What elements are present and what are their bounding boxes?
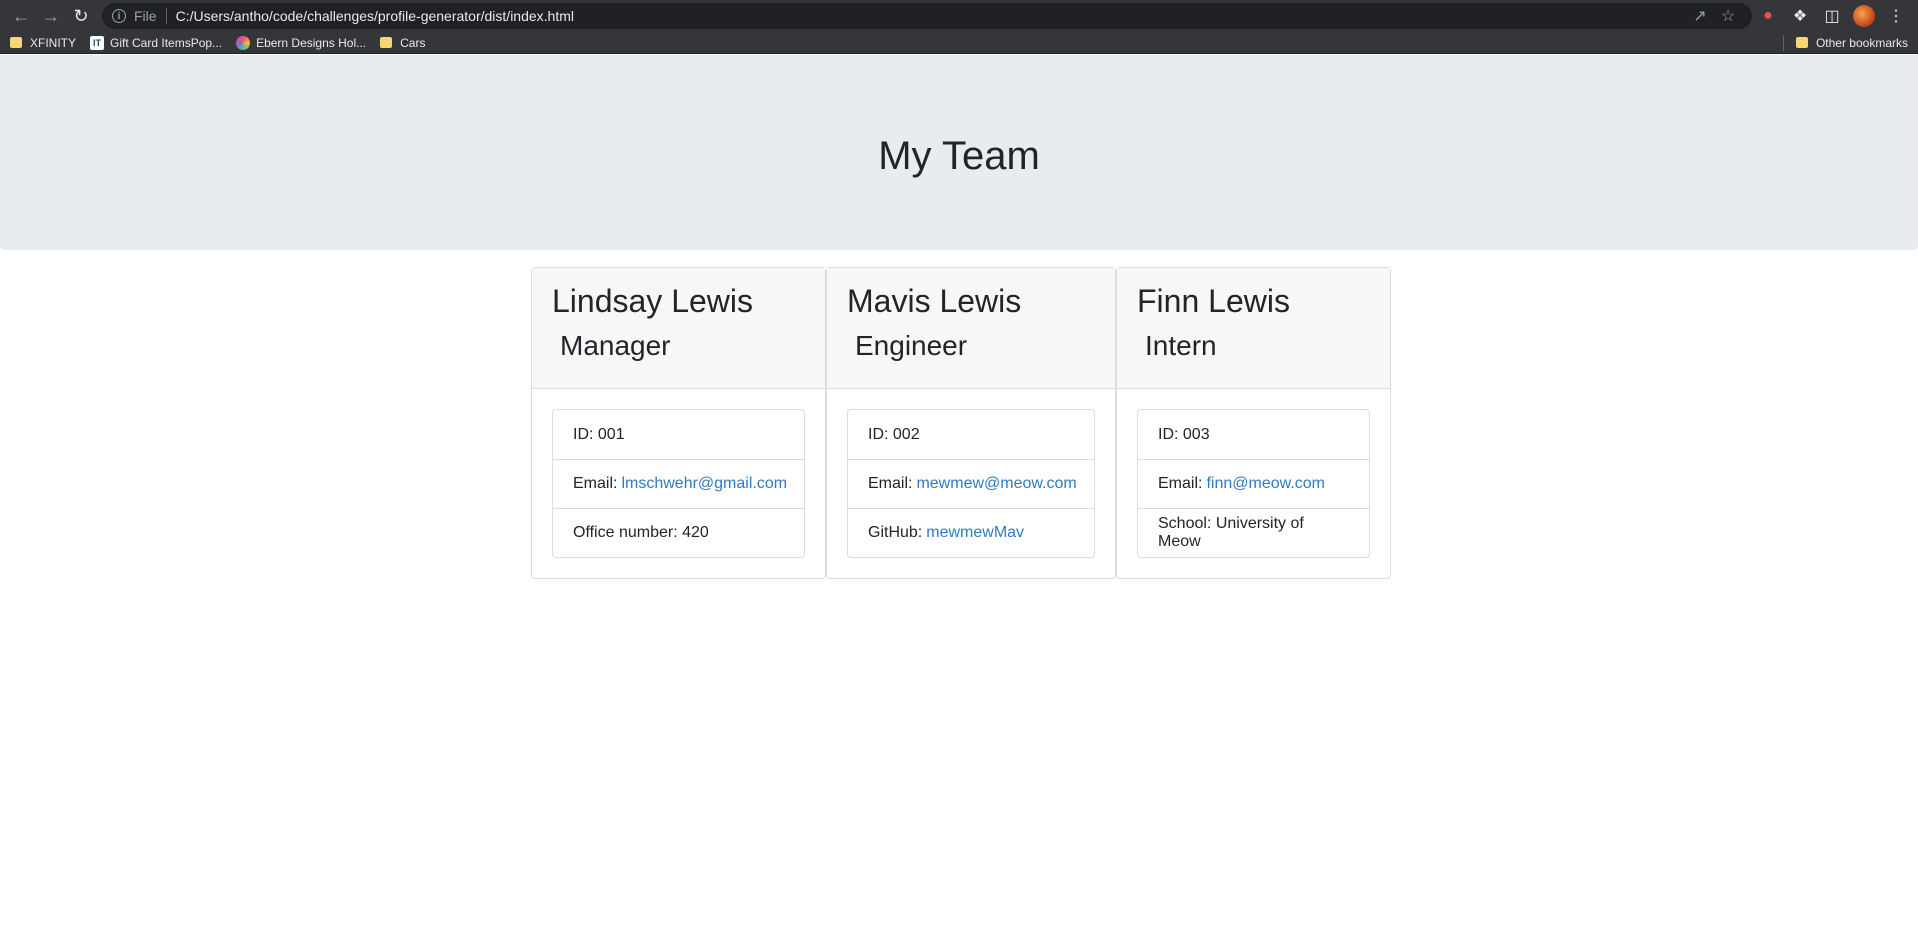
page-title: My Team	[878, 134, 1040, 178]
browser-toolbar: ← → ↻ i File C:/Users/antho/code/challen…	[0, 0, 1918, 32]
info-list: ID: 001 Email: lmschwehr@gmail.com Offic…	[552, 409, 805, 558]
email-label: Email:	[573, 475, 618, 492]
bookmark-label: Gift Card ItemsPop...	[110, 35, 223, 50]
employee-name: Lindsay Lewis	[552, 283, 753, 319]
bookmark-cars[interactable]: Cars	[380, 36, 425, 50]
office-number-item: Office number: 420	[553, 508, 804, 557]
email-item: Email: mewmew@meow.com	[848, 459, 1094, 508]
card-body: ID: 002 Email: mewmew@meow.com GitHub: m…	[827, 389, 1115, 578]
email-label: Email:	[868, 475, 913, 492]
employee-role: Engineer	[855, 330, 968, 361]
employee-role: Manager	[560, 330, 671, 361]
folder-icon	[10, 37, 22, 48]
page-header: My Team	[0, 55, 1918, 250]
forward-icon[interactable]: →	[36, 1, 66, 31]
bookmark-other[interactable]: Other bookmarks	[1795, 35, 1908, 50]
info-list: ID: 003 Email: finn@meow.com School: Uni…	[1137, 409, 1370, 558]
side-panel-icon[interactable]: ◫	[1816, 1, 1848, 31]
ebern-icon	[236, 35, 251, 50]
employee-card-intern: Finn Lewis Intern ID: 003 Email: finn@me…	[1116, 267, 1391, 579]
bookmark-ebern[interactable]: Ebern Designs Hol...	[236, 35, 367, 50]
card-body: ID: 001 Email: lmschwehr@gmail.com Offic…	[532, 389, 825, 578]
star-icon[interactable]: ☆	[1714, 6, 1742, 26]
bookmark-gift-card[interactable]: IT Gift Card ItemsPop...	[90, 35, 223, 50]
bookmark-label: XFINITY	[30, 35, 77, 50]
employee-card-manager: Lindsay Lewis Manager ID: 001 Email: lms…	[531, 267, 826, 579]
github-link[interactable]: mewmewMav	[926, 524, 1024, 542]
bookmark-label: Ebern Designs Hol...	[256, 35, 367, 50]
school-item: School: University of Meow	[1138, 508, 1369, 557]
email-link[interactable]: finn@meow.com	[1206, 475, 1325, 493]
bookmarks-bar: XFINITY IT Gift Card ItemsPop... Ebern D…	[0, 32, 1918, 54]
employee-card-engineer: Mavis Lewis Engineer ID: 002 Email: mewm…	[826, 267, 1116, 579]
info-icon[interactable]: i	[112, 9, 126, 23]
menu-icon[interactable]: ⋮	[1880, 1, 1912, 31]
employee-name: Mavis Lewis	[847, 283, 1022, 319]
back-icon[interactable]: ←	[6, 1, 36, 31]
email-item: Email: lmschwehr@gmail.com	[553, 459, 804, 508]
bookmark-label: Cars	[400, 35, 426, 50]
email-link[interactable]: mewmew@meow.com	[916, 475, 1076, 493]
extension-record-icon[interactable]: ●	[1752, 1, 1784, 31]
email-link[interactable]: lmschwehr@gmail.com	[621, 475, 787, 493]
id-item: ID: 001	[573, 425, 625, 443]
bookmark-label: Other bookmarks	[1815, 35, 1908, 50]
employee-role: Intern	[1145, 330, 1217, 361]
bookmark-xfinity[interactable]: XFINITY	[10, 36, 76, 50]
email-label: Email:	[1158, 475, 1203, 492]
share-icon[interactable]: ↗	[1686, 6, 1714, 26]
team-cards: Lindsay Lewis Manager ID: 001 Email: lms…	[531, 267, 1391, 579]
id-item: ID: 002	[868, 425, 920, 443]
card-header: Finn Lewis Intern	[1117, 268, 1390, 389]
folder-icon	[380, 37, 393, 48]
github-label: GitHub:	[868, 524, 923, 541]
file-label: File	[134, 8, 167, 24]
folder-icon	[1795, 37, 1808, 48]
reload-icon[interactable]: ↻	[66, 1, 96, 31]
bookmarks-divider	[1782, 34, 1784, 51]
url-text[interactable]: C:/Users/antho/code/challenges/profile-g…	[176, 8, 574, 24]
employee-name: Finn Lewis	[1137, 283, 1290, 319]
card-header: Mavis Lewis Engineer	[827, 268, 1115, 389]
card-body: ID: 003 Email: finn@meow.com School: Uni…	[1117, 389, 1390, 578]
info-list: ID: 002 Email: mewmew@meow.com GitHub: m…	[847, 409, 1095, 558]
profile-avatar[interactable]	[1848, 1, 1880, 31]
email-item: Email: finn@meow.com	[1138, 459, 1369, 508]
card-header: Lindsay Lewis Manager	[532, 268, 825, 389]
github-item: GitHub: mewmewMav	[848, 508, 1094, 557]
id-item: ID: 003	[1158, 425, 1210, 443]
puzzle-icon[interactable]: ❖	[1784, 1, 1816, 31]
address-bar[interactable]: i File C:/Users/antho/code/challenges/pr…	[102, 3, 1752, 29]
gift-card-icon: IT	[90, 35, 105, 50]
